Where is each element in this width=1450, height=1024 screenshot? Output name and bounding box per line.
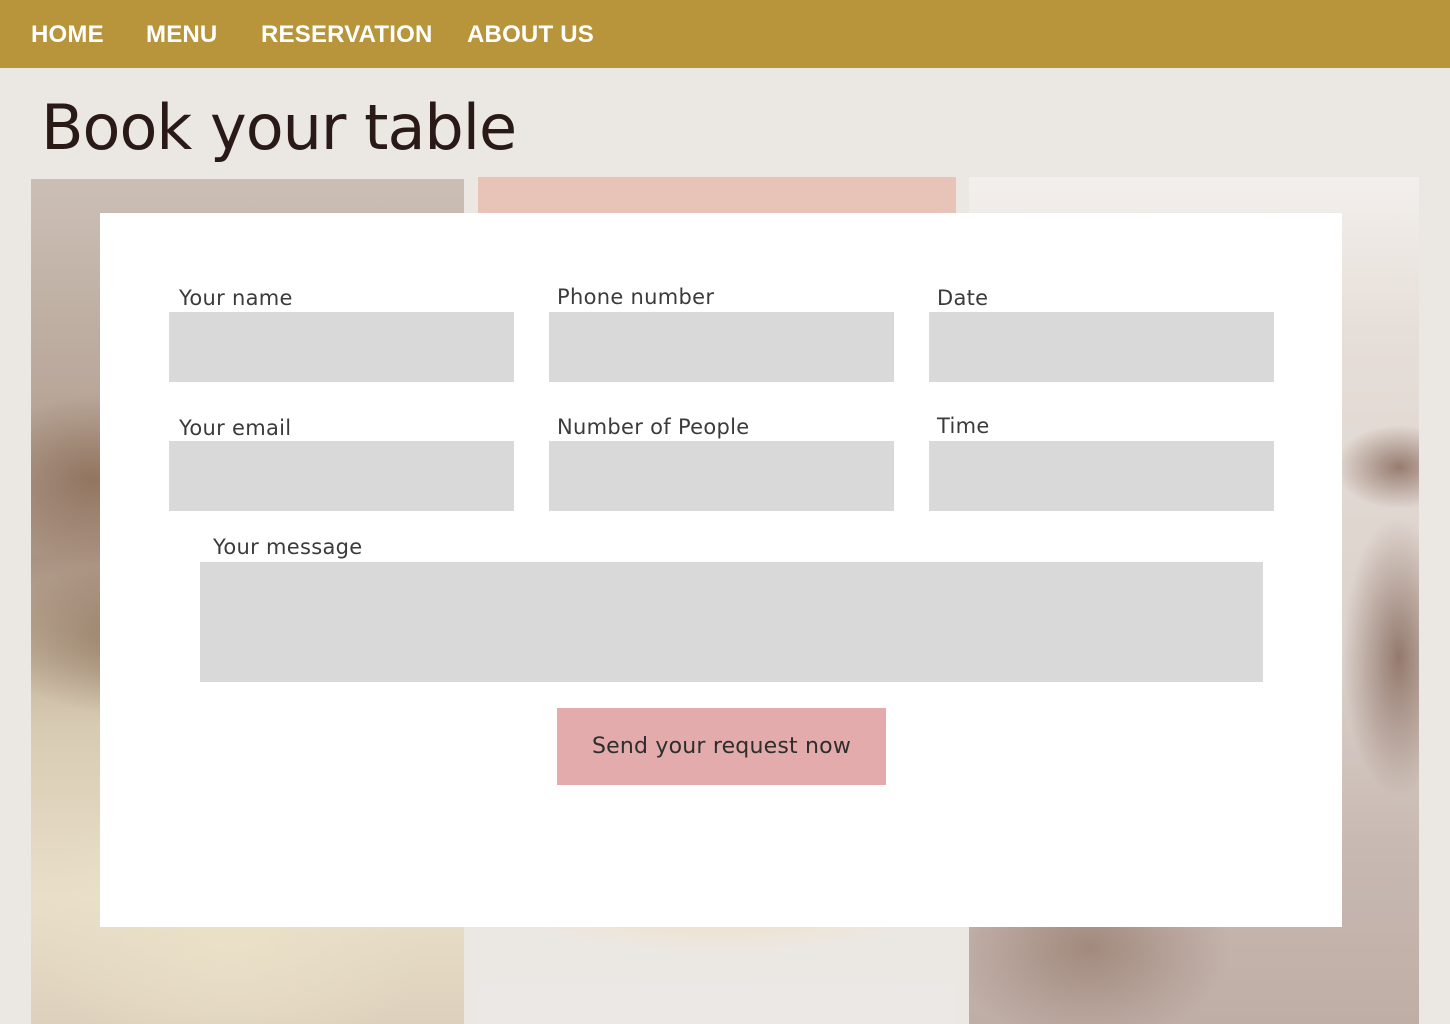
people-field-label: Number of People xyxy=(557,415,750,439)
nav-menu-link[interactable]: MENU xyxy=(146,20,217,50)
email-field-label: Your email xyxy=(179,416,292,440)
name-input[interactable] xyxy=(169,312,514,382)
nav-home-link[interactable]: HOME xyxy=(31,20,104,50)
nav-about-us-link[interactable]: ABOUT US xyxy=(467,20,594,50)
date-field-label: Date xyxy=(937,286,989,310)
message-field-label: Your message xyxy=(213,535,363,559)
reservation-form: Your name Phone number Date Your email N… xyxy=(100,213,1342,927)
send-request-button[interactable]: Send your request now xyxy=(557,708,886,785)
page-title: Book your table xyxy=(41,91,517,164)
time-field-label: Time xyxy=(937,414,990,438)
phone-input[interactable] xyxy=(549,312,894,382)
name-field-label: Your name xyxy=(179,286,293,310)
time-input[interactable] xyxy=(929,441,1274,511)
email-input[interactable] xyxy=(169,441,514,511)
top-navbar: HOME MENU RESERVATION ABOUT US xyxy=(0,0,1450,68)
message-textarea[interactable] xyxy=(200,562,1263,682)
phone-field-label: Phone number xyxy=(557,285,715,309)
date-input[interactable] xyxy=(929,312,1274,382)
number-of-people-input[interactable] xyxy=(549,441,894,511)
nav-reservation-link[interactable]: RESERVATION xyxy=(261,20,433,50)
